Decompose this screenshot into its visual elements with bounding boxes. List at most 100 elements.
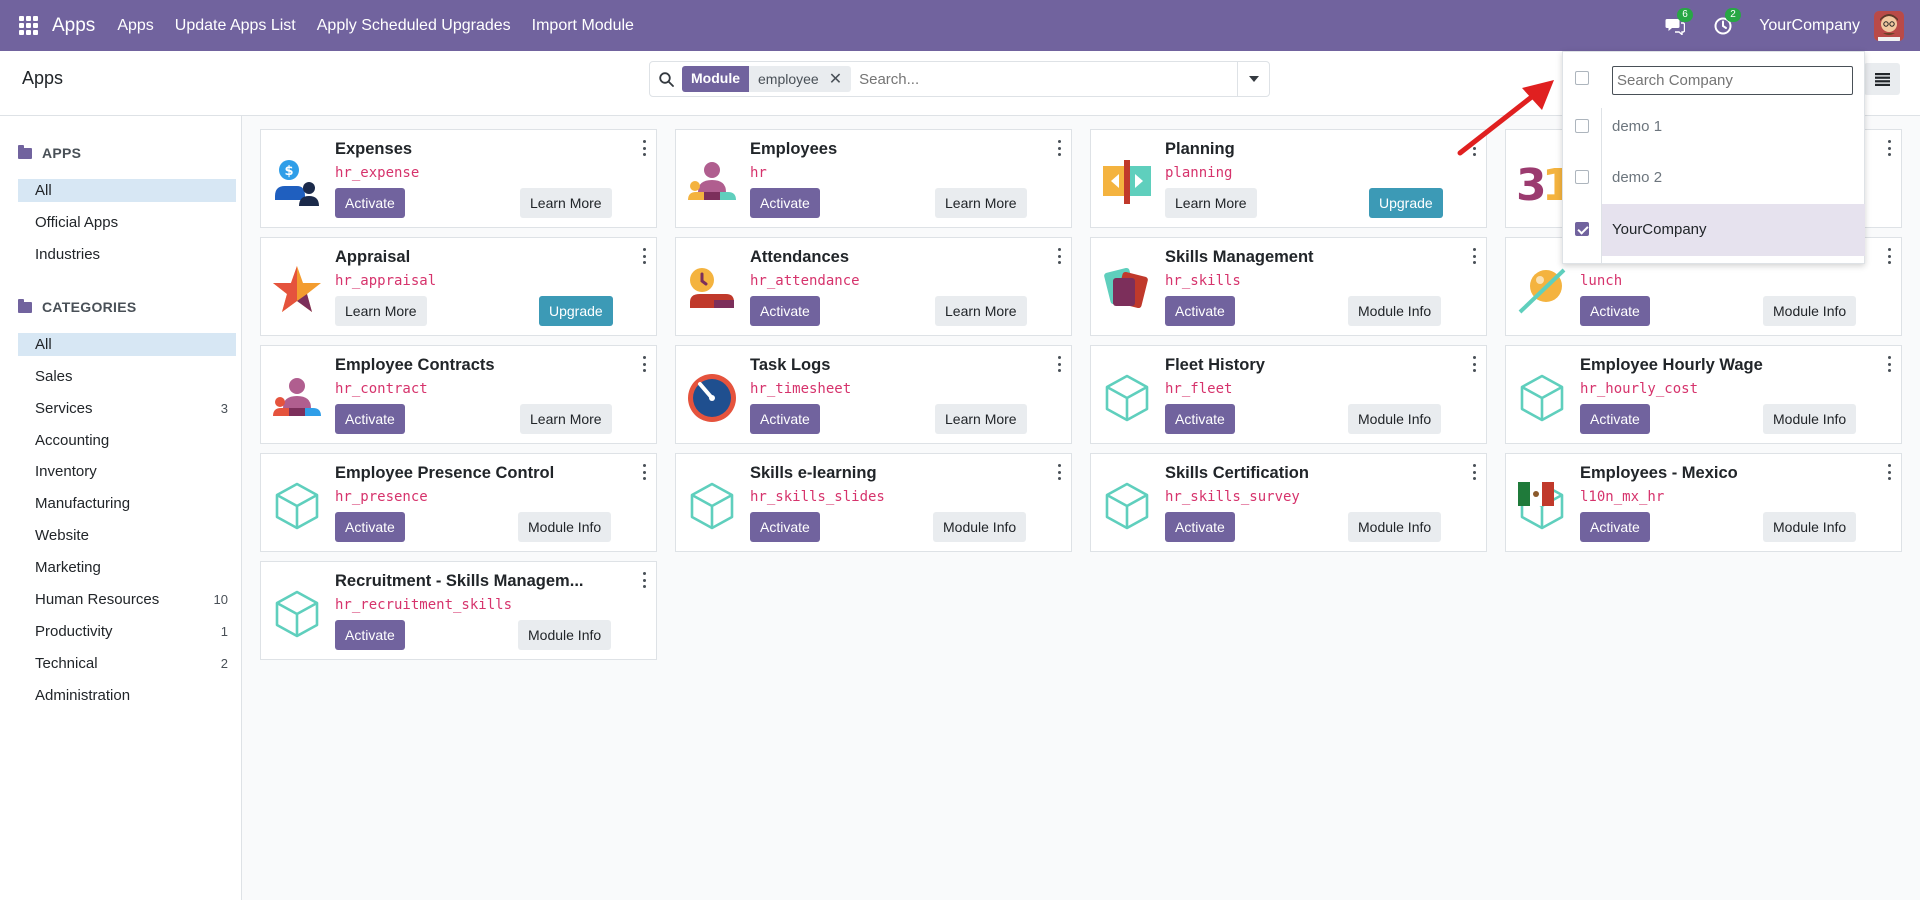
- facet-remove-icon[interactable]: ✕: [829, 69, 842, 89]
- apps-section-header: APPS: [18, 144, 82, 161]
- category-inventory[interactable]: Inventory: [18, 460, 236, 483]
- upgrade-button[interactable]: Upgrade: [539, 296, 613, 326]
- card-menu-icon[interactable]: [1888, 464, 1892, 480]
- card-menu-icon[interactable]: [1473, 356, 1477, 372]
- company-checkbox-demo-2[interactable]: [1575, 170, 1589, 184]
- app-card-expenses: $ Expenses hr_expense Activate Learn Mor…: [260, 129, 657, 228]
- learn-more-button[interactable]: Learn More: [520, 404, 612, 434]
- appraisal-icon: [273, 266, 321, 312]
- company-item-demo-2[interactable]: demo 2: [1612, 169, 1662, 186]
- activate-button[interactable]: Activate: [1580, 296, 1650, 326]
- module-info-button[interactable]: Module Info: [1763, 404, 1857, 434]
- module-info-button[interactable]: Module Info: [933, 512, 1027, 542]
- module-info-button[interactable]: Module Info: [518, 620, 612, 650]
- activities-button[interactable]: 2: [1711, 7, 1741, 38]
- sidebar-item-all-apps[interactable]: All: [18, 179, 236, 202]
- activate-button[interactable]: Activate: [1165, 512, 1235, 542]
- search-input[interactable]: [859, 70, 1237, 88]
- category-accounting[interactable]: Accounting: [18, 429, 236, 452]
- learn-more-button[interactable]: Learn More: [935, 296, 1027, 326]
- category-label: Technical: [35, 655, 98, 672]
- card-menu-icon[interactable]: [1058, 356, 1062, 372]
- module-cube-icon: [1101, 480, 1153, 532]
- learn-more-button[interactable]: Learn More: [935, 404, 1027, 434]
- card-menu-icon[interactable]: [643, 572, 647, 588]
- category-technical[interactable]: Technical 2: [18, 652, 236, 675]
- card-menu-icon[interactable]: [1473, 464, 1477, 480]
- category-productivity[interactable]: Productivity 1: [18, 620, 236, 643]
- activate-button[interactable]: Activate: [750, 296, 820, 326]
- learn-more-button[interactable]: Learn More: [1165, 188, 1257, 218]
- company-checkbox-demo-1[interactable]: [1575, 119, 1589, 133]
- card-menu-icon[interactable]: [1058, 140, 1062, 156]
- search-options-toggle[interactable]: [1237, 62, 1269, 96]
- category-sales[interactable]: Sales: [18, 365, 236, 388]
- activate-button[interactable]: Activate: [335, 404, 405, 434]
- company-item-yourcompany[interactable]: YourCompany: [1612, 221, 1707, 238]
- sidebar-item-official-apps[interactable]: Official Apps: [18, 211, 236, 234]
- learn-more-button[interactable]: Learn More: [935, 188, 1027, 218]
- search-panel: APPS All Official Apps Industries CATEGO…: [0, 116, 242, 900]
- activate-button[interactable]: Activate: [750, 404, 820, 434]
- company-search-input[interactable]: [1612, 66, 1853, 95]
- card-technical-name: hr_contract: [335, 381, 428, 397]
- card-technical-name: hr_skills_survey: [1165, 489, 1300, 505]
- menu-apply-scheduled-upgrades[interactable]: Apply Scheduled Upgrades: [317, 17, 511, 35]
- activate-button[interactable]: Activate: [1580, 512, 1650, 542]
- module-cube-icon: [1516, 372, 1568, 424]
- company-checkbox-yourcompany[interactable]: [1575, 222, 1589, 236]
- module-info-button[interactable]: Module Info: [1763, 296, 1857, 326]
- module-cube-icon: [686, 480, 738, 532]
- card-menu-icon[interactable]: [643, 464, 647, 480]
- activate-button[interactable]: Activate: [750, 188, 820, 218]
- upgrade-button[interactable]: Upgrade: [1369, 188, 1443, 218]
- menu-apps[interactable]: Apps: [117, 17, 153, 35]
- card-menu-icon[interactable]: [1888, 140, 1892, 156]
- sidebar-item-industries[interactable]: Industries: [18, 243, 236, 266]
- activate-button[interactable]: Activate: [335, 188, 405, 218]
- apps-section-label: APPS: [42, 145, 82, 161]
- menu-import-module[interactable]: Import Module: [532, 17, 634, 35]
- activities-count-badge: 2: [1725, 7, 1741, 22]
- menu-update-apps-list[interactable]: Update Apps List: [175, 17, 296, 35]
- app-brand[interactable]: Apps: [52, 15, 95, 37]
- module-info-button[interactable]: Module Info: [1348, 296, 1442, 326]
- card-menu-icon[interactable]: [643, 140, 647, 156]
- card-menu-icon[interactable]: [1473, 248, 1477, 264]
- module-info-button[interactable]: Module Info: [518, 512, 612, 542]
- learn-more-button[interactable]: Learn More: [520, 188, 612, 218]
- card-title: Skills Certification: [1165, 464, 1309, 482]
- category-all[interactable]: All: [18, 333, 236, 356]
- learn-more-button[interactable]: Learn More: [335, 296, 427, 326]
- activate-button[interactable]: Activate: [1580, 404, 1650, 434]
- card-menu-icon[interactable]: [1058, 248, 1062, 264]
- card-menu-icon[interactable]: [1888, 248, 1892, 264]
- category-services[interactable]: Services 3: [18, 397, 236, 420]
- select-all-companies-checkbox[interactable]: [1575, 71, 1589, 85]
- user-avatar[interactable]: [1874, 10, 1904, 41]
- activate-button[interactable]: Activate: [335, 620, 405, 650]
- card-technical-name: hr_timesheet: [750, 381, 852, 397]
- activate-button[interactable]: Activate: [750, 512, 820, 542]
- module-info-button[interactable]: Module Info: [1348, 512, 1442, 542]
- list-view-button[interactable]: [1864, 63, 1900, 95]
- app-menu-grid-icon[interactable]: [19, 15, 39, 36]
- card-menu-icon[interactable]: [643, 248, 647, 264]
- company-switcher[interactable]: YourCompany: [1759, 17, 1860, 35]
- card-menu-icon[interactable]: [1058, 464, 1062, 480]
- module-info-button[interactable]: Module Info: [1763, 512, 1857, 542]
- category-marketing[interactable]: Marketing: [18, 556, 236, 579]
- category-manufacturing[interactable]: Manufacturing: [18, 492, 236, 515]
- category-website[interactable]: Website: [18, 524, 236, 547]
- card-menu-icon[interactable]: [1888, 356, 1892, 372]
- category-human-resources[interactable]: Human Resources 10: [18, 588, 236, 611]
- activate-button[interactable]: Activate: [1165, 404, 1235, 434]
- activate-button[interactable]: Activate: [1165, 296, 1235, 326]
- card-menu-icon[interactable]: [643, 356, 647, 372]
- activate-button[interactable]: Activate: [335, 512, 405, 542]
- company-item-demo-1[interactable]: demo 1: [1612, 118, 1662, 135]
- category-administration[interactable]: Administration: [18, 684, 236, 707]
- card-title: Expenses: [335, 140, 413, 158]
- messages-button[interactable]: 6: [1663, 7, 1693, 38]
- module-info-button[interactable]: Module Info: [1348, 404, 1442, 434]
